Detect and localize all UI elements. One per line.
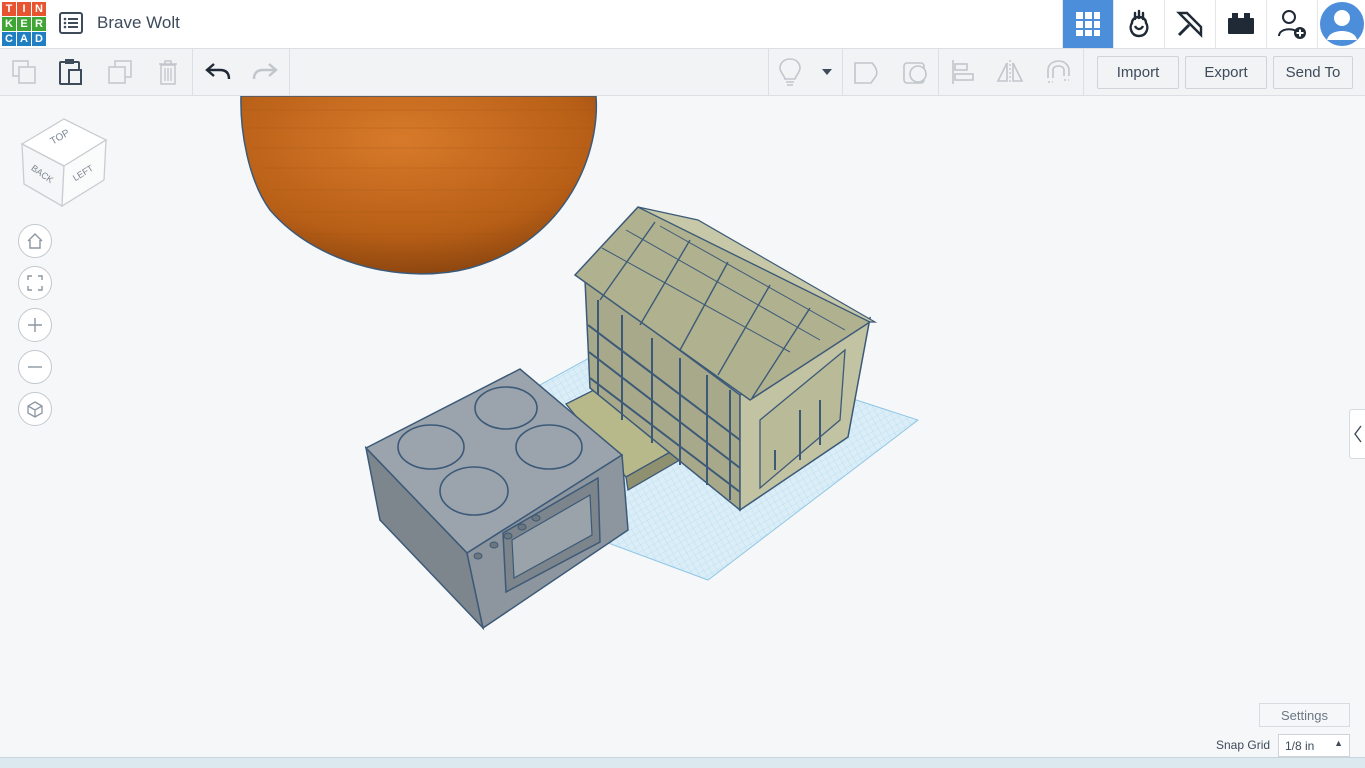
logo-letter: D <box>32 32 46 46</box>
import-button[interactable]: Import <box>1097 56 1179 89</box>
top-bar: T I N K E R C A D Brave Wolt <box>0 0 1365 49</box>
zoom-in-icon[interactable] <box>18 308 52 342</box>
logo-letter: R <box>32 17 46 31</box>
logo-letter: N <box>32 2 46 16</box>
view-cube[interactable]: TOP BACK LEFT <box>20 114 108 213</box>
delete-icon[interactable] <box>153 57 183 87</box>
invite-user-icon[interactable] <box>1266 0 1317 48</box>
logo-letter: E <box>17 17 31 31</box>
chevron-left-icon <box>1354 425 1362 443</box>
top-icon-group <box>1062 0 1365 48</box>
light-bulb-icon[interactable] <box>775 57 805 87</box>
dropdown-arrow-icon[interactable] <box>812 57 842 87</box>
perspective-icon[interactable] <box>18 392 52 426</box>
export-button[interactable]: Export <box>1185 56 1267 89</box>
group-icon[interactable] <box>851 57 881 87</box>
settings-button[interactable]: Settings <box>1259 703 1350 727</box>
logo-letter: K <box>2 17 16 31</box>
design-list-button[interactable] <box>58 10 84 36</box>
fit-view-icon[interactable] <box>18 266 52 300</box>
logo-letter: T <box>2 2 16 16</box>
circuits-icon[interactable] <box>1113 0 1164 48</box>
snap-grid-select[interactable]: 1/8 in ▲ <box>1278 734 1350 757</box>
snap-grid-label: Snap Grid <box>1216 738 1271 752</box>
list-icon <box>59 12 83 34</box>
3d-workplane-viewport[interactable]: TOP BACK LEFT <box>0 96 1365 767</box>
bottom-strip <box>0 757 1365 768</box>
edit-toolbar: Import Export Send To <box>0 49 1365 96</box>
logo-letter: I <box>17 2 31 16</box>
magnet-icon[interactable] <box>1043 57 1073 87</box>
user-avatar-icon[interactable] <box>1317 0 1365 48</box>
hole-icon[interactable] <box>900 57 930 87</box>
tinkercad-logo[interactable]: T I N K E R C A D <box>2 2 46 46</box>
logo-letter: C <box>2 32 16 46</box>
caret-up-icon: ▲ <box>1334 738 1343 748</box>
redo-icon[interactable] <box>250 57 280 87</box>
minecraft-pickaxe-icon[interactable] <box>1164 0 1215 48</box>
paste-icon[interactable] <box>56 57 86 87</box>
lego-brick-icon[interactable] <box>1215 0 1266 48</box>
home-view-icon[interactable] <box>18 224 52 258</box>
project-title[interactable]: Brave Wolt <box>97 13 180 33</box>
copy-icon[interactable] <box>9 57 39 87</box>
snap-grid-value: 1/8 in <box>1285 739 1315 753</box>
scene-canvas <box>240 96 920 631</box>
duplicate-icon[interactable] <box>105 57 135 87</box>
send-to-button[interactable]: Send To <box>1273 56 1353 89</box>
logo-letter: A <box>17 32 31 46</box>
undo-icon[interactable] <box>203 57 233 87</box>
align-icon[interactable] <box>948 57 978 87</box>
3d-design-grid-icon[interactable] <box>1062 0 1113 48</box>
zoom-out-icon[interactable] <box>18 350 52 384</box>
mirror-icon[interactable] <box>995 57 1025 87</box>
orange-sphere-shape <box>240 96 598 275</box>
shape-panel-toggle[interactable] <box>1349 409 1365 459</box>
